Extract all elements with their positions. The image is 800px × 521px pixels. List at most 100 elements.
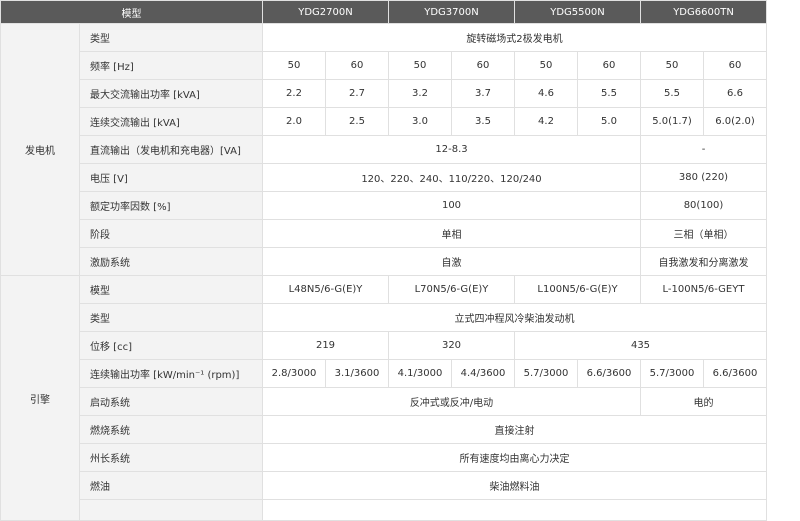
row-eng-combustion: 燃烧系统 直接注射 (1, 415, 768, 444)
row-label: 燃油 (79, 471, 263, 500)
cell: 320 (388, 331, 515, 360)
cell: 5.7/3000 (514, 359, 578, 388)
cell: 3.2 (388, 79, 452, 108)
cell: 自激 (262, 247, 641, 276)
row-label: 启动系统 (79, 387, 263, 416)
cell: 435 (513, 331, 768, 360)
cell: 380 (220) (639, 163, 768, 192)
header-model-2: YDG3700N (388, 0, 515, 24)
cell: 5.5 (640, 79, 704, 108)
row-label: 额定功率因数 [%] (79, 191, 263, 220)
cell: 4.4/3600 (451, 359, 515, 388)
cell: 自我激发和分离激发 (639, 247, 768, 276)
cell: 5.0(1.7) (640, 107, 704, 136)
cell: 120、220、240、110/220、120/240 (262, 163, 641, 192)
cell: 12-8.3 (262, 135, 641, 164)
cell: 6.0(2.0) (702, 107, 768, 136)
cell: L-100N5/6-GEYT (639, 275, 768, 304)
row-eng-fuel: 燃油 柴油燃料油 (1, 471, 768, 500)
cell: 80(100) (639, 191, 768, 220)
cell: 60 (451, 51, 515, 80)
row-label: 最大交流输出功率 [kVA] (79, 79, 263, 108)
cell: 60 (325, 51, 389, 80)
cell: 2.8/3000 (262, 359, 326, 388)
header-model-4: YDG6600TN (639, 0, 768, 24)
cell: 单相 (262, 219, 641, 248)
row-gen-type: 发电机 类型 旋转磁场式2极发电机 (0, 23, 768, 276)
row-label: 类型 (79, 303, 263, 332)
row-eng-governor: 州长系统 所有速度均由离心力决定 (1, 443, 768, 472)
cell: 60 (702, 51, 768, 80)
cell: 2.5 (325, 107, 389, 136)
cell: 50 (388, 51, 452, 80)
row-gen-frequency: 频率 [Hz] 50 60 50 60 50 60 50 60 (1, 51, 768, 80)
cell: 5.0 (577, 107, 641, 136)
header-model-3: YDG5500N (514, 0, 641, 24)
row-gen-cont-ac: 连续交流输出 [kVA] 2.0 2.5 3.0 3.5 4.2 5.0 5.0… (1, 107, 768, 136)
row-gen-excitation: 激励系统 自激 自我激发和分离激发 (1, 247, 768, 276)
row-label: 阶段 (79, 219, 263, 248)
row-label-empty (79, 499, 263, 521)
cell: 电的 (639, 387, 768, 416)
cell: 5.5 (577, 79, 641, 108)
header-model-1: YDG2700N (262, 0, 389, 24)
row-label: 直流输出（发电机和充电器）[VA] (79, 135, 263, 164)
cell: 3.0 (388, 107, 452, 136)
row-eng-cont-power: 连续输出功率 [kW/min⁻¹ (rpm)] 2.8/3000 3.1/360… (1, 359, 768, 388)
cell: 直接注射 (261, 415, 768, 444)
row-label: 类型 (79, 23, 263, 52)
cell: 219 (262, 331, 389, 360)
cell: 所有速度均由离心力决定 (261, 443, 768, 472)
cell: L100N5/6-G(E)Y (514, 275, 641, 304)
cell: 3.5 (451, 107, 515, 136)
cell: 50 (514, 51, 578, 80)
cell: 立式四冲程风冷柴油发动机 (261, 303, 768, 332)
group-generator: 发电机 (0, 23, 80, 276)
row-label: 连续输出功率 [kW/min⁻¹ (rpm)] (79, 359, 263, 388)
cell: 旋转磁场式2极发电机 (261, 23, 768, 52)
group-engine: 引擎 (0, 275, 80, 521)
cell: 反冲式或反冲/电动 (262, 387, 641, 416)
cell: 60 (577, 51, 641, 80)
row-eng-displacement: 位移 [cc] 219 320 435 (1, 331, 768, 360)
row-gen-phase: 阶段 单相 三相（单相） (1, 219, 768, 248)
cell: 100 (262, 191, 641, 220)
cell: 5.7/3000 (640, 359, 704, 388)
cell: 6.6/3600 (702, 359, 768, 388)
row-label: 燃烧系统 (79, 415, 263, 444)
row-gen-dc: 直流输出（发电机和充电器）[VA] 12-8.3 - (1, 135, 768, 164)
cell: 2.7 (325, 79, 389, 108)
spec-table: 模型 YDG2700N YDG3700N YDG5500N YDG6600TN … (0, 0, 768, 521)
row-gen-voltage: 电压 [V] 120、220、240、110/220、120/240 380 (… (1, 163, 768, 192)
row-label: 州长系统 (79, 443, 263, 472)
row-label: 频率 [Hz] (79, 51, 263, 80)
row-gen-power-factor: 额定功率因数 [%] 100 80(100) (1, 191, 768, 220)
cell: 2.0 (262, 107, 326, 136)
row-label: 连续交流输出 [kVA] (79, 107, 263, 136)
cell-empty (261, 499, 768, 521)
cell: 50 (640, 51, 704, 80)
row-gen-max-ac: 最大交流输出功率 [kVA] 2.2 2.7 3.2 3.7 4.6 5.5 5… (1, 79, 768, 108)
cell: 4.1/3000 (388, 359, 452, 388)
cell: 2.2 (262, 79, 326, 108)
row-label: 位移 [cc] (79, 331, 263, 360)
cell: 3.7 (451, 79, 515, 108)
cell: 三相（单相） (639, 219, 768, 248)
row-label: 模型 (79, 275, 263, 304)
row-eng-start: 启动系统 反冲式或反冲/电动 电的 (1, 387, 768, 416)
cell: 6.6/3600 (577, 359, 641, 388)
header-model-label: 模型 (0, 0, 263, 24)
cell: L70N5/6-G(E)Y (388, 275, 515, 304)
row-label: 激励系统 (79, 247, 263, 276)
cell: 50 (262, 51, 326, 80)
row-eng-type: 类型 立式四冲程风冷柴油发动机 (1, 303, 768, 332)
cell: L48N5/6-G(E)Y (262, 275, 389, 304)
row-eng-model: 引擎 模型 L48N5/6-G(E)Y L70N5/6-G(E)Y L100N5… (0, 275, 768, 521)
header-row: 模型 YDG2700N YDG3700N YDG5500N YDG6600TN (0, 0, 768, 24)
cell: - (639, 135, 768, 164)
cell: 3.1/3600 (325, 359, 389, 388)
row-spacer (1, 499, 768, 521)
cell: 4.6 (514, 79, 578, 108)
cell: 4.2 (514, 107, 578, 136)
cell: 柴油燃料油 (261, 471, 768, 500)
